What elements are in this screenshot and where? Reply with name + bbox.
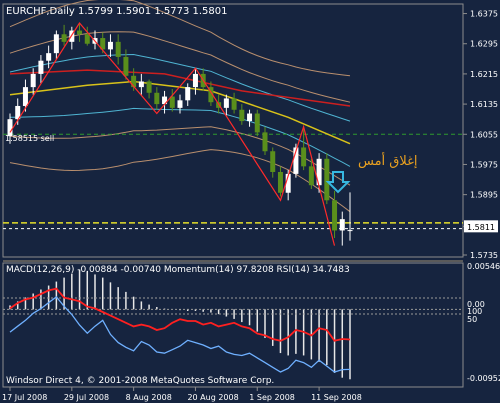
candle-body: [231, 98, 237, 110]
y-tick-label: 1.6055: [470, 130, 498, 139]
candle-body: [347, 230, 353, 232]
chart-header: EURCHF,Daily 1.5799 1.5901 1.5773 1.5801: [6, 6, 228, 17]
candle-body: [146, 81, 152, 93]
candle-body: [308, 166, 314, 186]
y-tick-label: 1.5975: [470, 160, 498, 169]
current-price-label: 1.5811: [467, 223, 495, 232]
candle-body: [254, 113, 260, 133]
candle-body: [46, 53, 52, 61]
candle-body: [247, 113, 253, 122]
sub-y-tick-label: 50: [467, 315, 477, 324]
candle-body: [30, 73, 36, 88]
sell-line-label: 1.58515 sell: [5, 134, 54, 143]
footer-credit: Windsor Direct 4, © 2001-2008 MetaQuotes…: [6, 376, 274, 386]
candle-body: [192, 73, 198, 88]
candle-body: [239, 109, 245, 122]
x-tick-label: 17 Jul 2008: [2, 393, 47, 402]
candle-body: [53, 34, 59, 54]
x-tick-label: 20 Aug 2008: [187, 393, 238, 402]
candle-body: [22, 87, 28, 106]
candle-body: [301, 147, 307, 167]
candle-body: [77, 30, 83, 35]
y-tick-label: 1.6135: [470, 100, 498, 109]
x-tick-label: 1 Sep 2008: [249, 393, 295, 402]
candle-body: [107, 41, 113, 50]
x-tick-label: 8 Aug 2008: [126, 393, 172, 402]
chart-background: [0, 0, 500, 403]
x-tick-label: 29 Jul 2008: [64, 393, 109, 402]
candle-body: [84, 34, 90, 44]
candle-body: [324, 158, 330, 201]
candle-body: [223, 98, 229, 108]
sub-y-tick-label: -0.00952: [467, 374, 500, 383]
y-tick-label: 1.6375: [470, 10, 498, 19]
candle-body: [177, 100, 183, 108]
indicator-header: MACD(12,26,9) -0.00884 -0.00740 Momentum…: [6, 265, 350, 275]
candle-body: [332, 200, 338, 231]
y-tick-label: 1.5735: [470, 251, 498, 260]
candle-body: [185, 87, 191, 101]
candle-body: [339, 219, 345, 231]
arabic-annotation: إغلاق أمس: [358, 152, 418, 169]
candle-body: [270, 151, 276, 172]
candle-body: [38, 60, 44, 74]
panel-separator: [3, 260, 463, 262]
candle-body: [115, 41, 121, 57]
sub-y-tick-label: 0.00546: [467, 262, 500, 271]
candle-body: [262, 132, 268, 152]
candle-body: [277, 172, 283, 193]
candle-body: [123, 56, 129, 76]
candle-body: [138, 81, 144, 88]
candle-body: [131, 75, 137, 88]
x-tick-label: 11 Sep 2008: [311, 393, 362, 402]
candle-body: [61, 34, 67, 42]
candle-body: [154, 92, 160, 105]
y-tick-label: 1.6215: [470, 70, 498, 79]
y-tick-label: 1.5895: [470, 191, 498, 200]
chart-stage: 1.6375 1.6295 1.6215 1.6135 1.6055 1.5975 1.58…: [0, 0, 500, 403]
y-tick-label: 1.6295: [470, 40, 498, 49]
